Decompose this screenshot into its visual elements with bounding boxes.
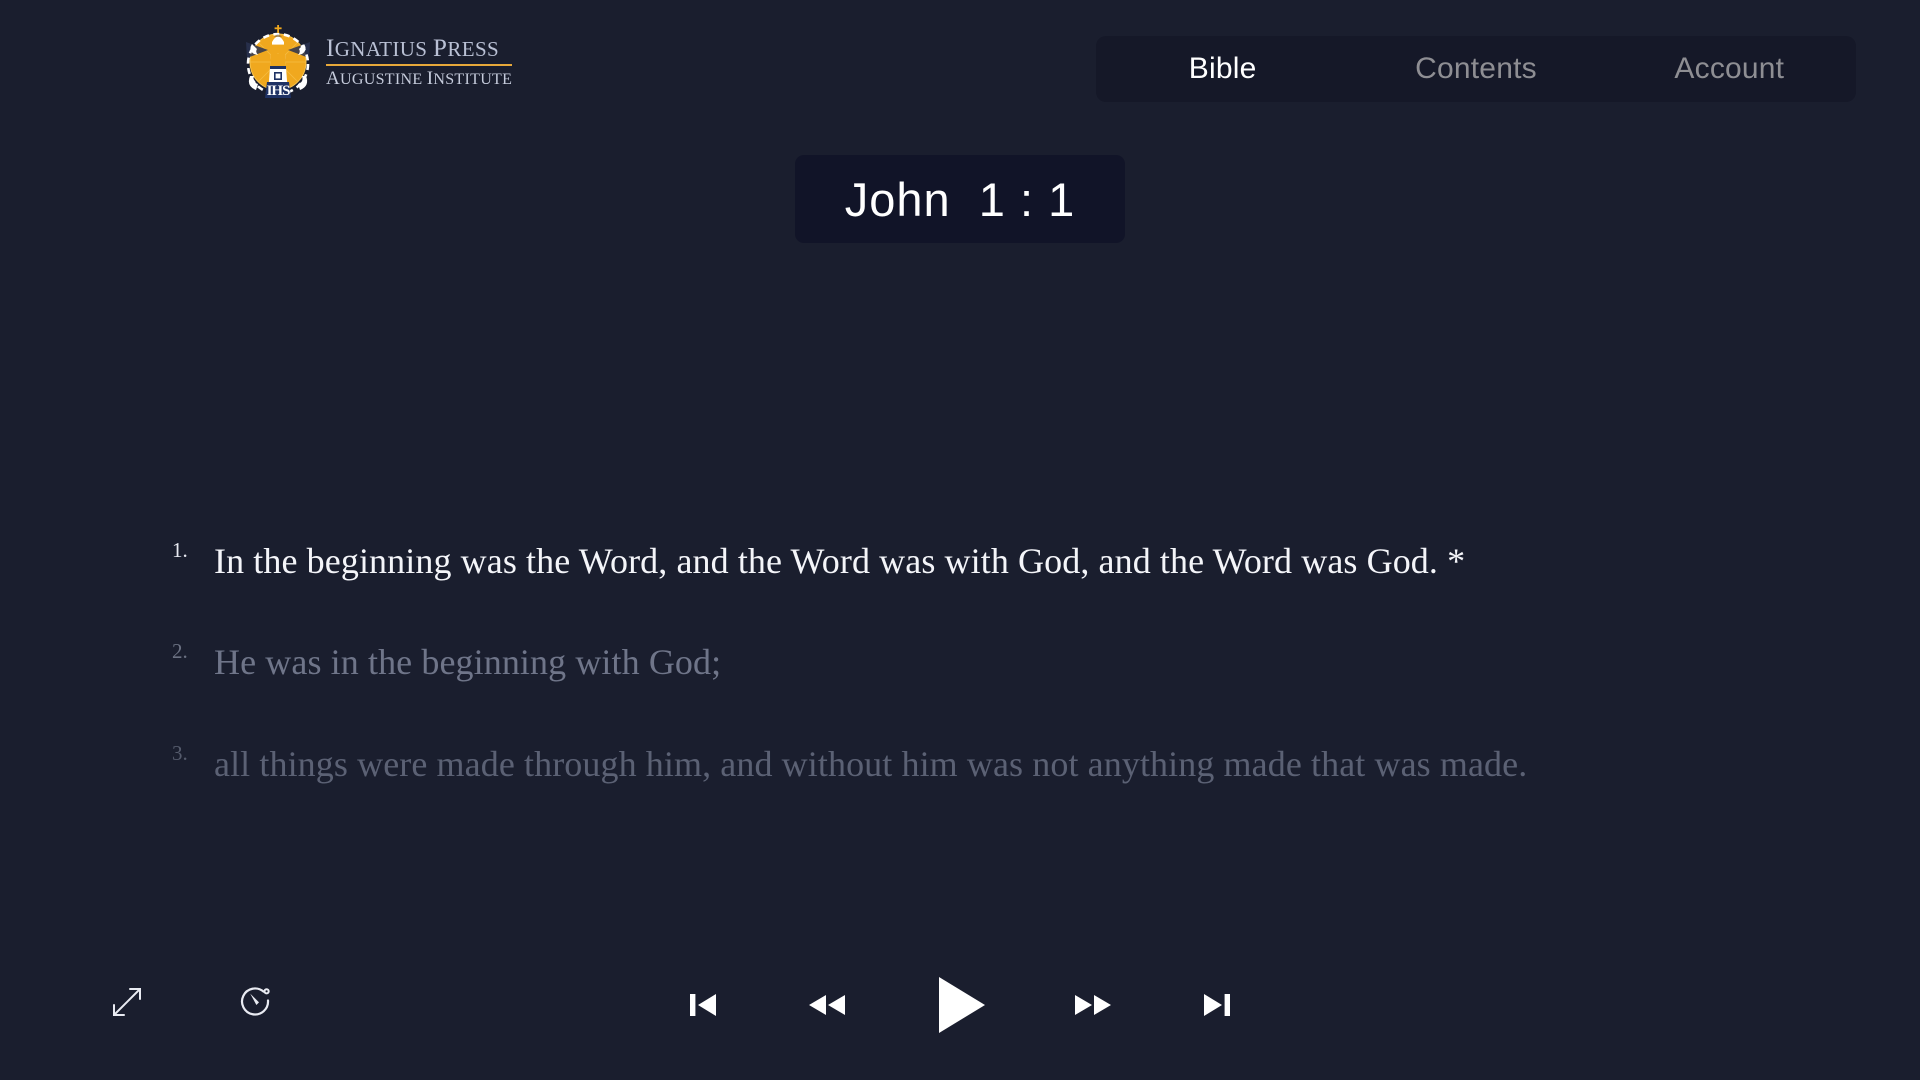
skip-previous-button[interactable] (683, 972, 723, 1038)
brand-logo[interactable]: IHS Ignatius Press Augustine Institute (240, 20, 513, 100)
verse-row[interactable]: 1. In the beginning was the Word, and th… (172, 540, 1812, 582)
verse-reference-text: John 1 : 1 (844, 172, 1076, 226)
fullscreen-button[interactable] (105, 980, 149, 1024)
lighthouse-ihs-emblem: IHS (246, 25, 310, 99)
rewind-button[interactable] (803, 972, 851, 1038)
verse-text: all things were made through him, and wi… (214, 743, 1528, 784)
playback-speed-button[interactable] (234, 980, 278, 1024)
verse-number: 3. (172, 740, 188, 765)
verse-text: He was in the beginning with God; (214, 642, 722, 683)
fast-forward-button[interactable] (1069, 972, 1117, 1038)
verse-list: 1. In the beginning was the Word, and th… (172, 540, 1812, 844)
verse-row[interactable]: 2. He was in the beginning with God; (172, 641, 1812, 683)
tab-bible[interactable]: Bible (1096, 54, 1349, 84)
play-button[interactable] (931, 972, 989, 1038)
brand-divider (326, 63, 513, 67)
brand-name-primary: Ignatius Press (326, 34, 500, 62)
bible-reader-app: IHS Ignatius Press Augustine Institute B… (0, 0, 1920, 1080)
fast-forward-icon (1075, 995, 1111, 1015)
tab-contents[interactable]: Contents (1349, 54, 1602, 84)
verse-number: 1. (172, 538, 188, 562)
verse-number: 2. (172, 639, 188, 664)
svg-text:IHS: IHS (267, 83, 291, 99)
verse-text: In the beginning was the Word, and the W… (214, 541, 1466, 581)
playback-speed-icon (240, 987, 270, 1016)
rewind-icon (809, 995, 845, 1015)
tab-account[interactable]: Account (1603, 54, 1856, 84)
verse-reference-chip[interactable]: John 1 : 1 (795, 155, 1125, 243)
main-navigation: Bible Contents Account (1096, 36, 1856, 102)
skip-next-icon (1204, 994, 1230, 1016)
play-icon (939, 977, 985, 1033)
player-left-controls (105, 980, 278, 1024)
brand-name-secondary: Augustine Institute (326, 68, 513, 90)
brand-wordmark: Ignatius Press Augustine Institute (326, 32, 513, 90)
verse-row[interactable]: 3. all things were made through him, and… (172, 740, 1812, 785)
transport-controls (683, 972, 1237, 1038)
fullscreen-icon (113, 988, 141, 1016)
player-bar (0, 950, 1920, 1080)
skip-previous-icon (690, 994, 716, 1016)
skip-next-button[interactable] (1197, 972, 1237, 1038)
